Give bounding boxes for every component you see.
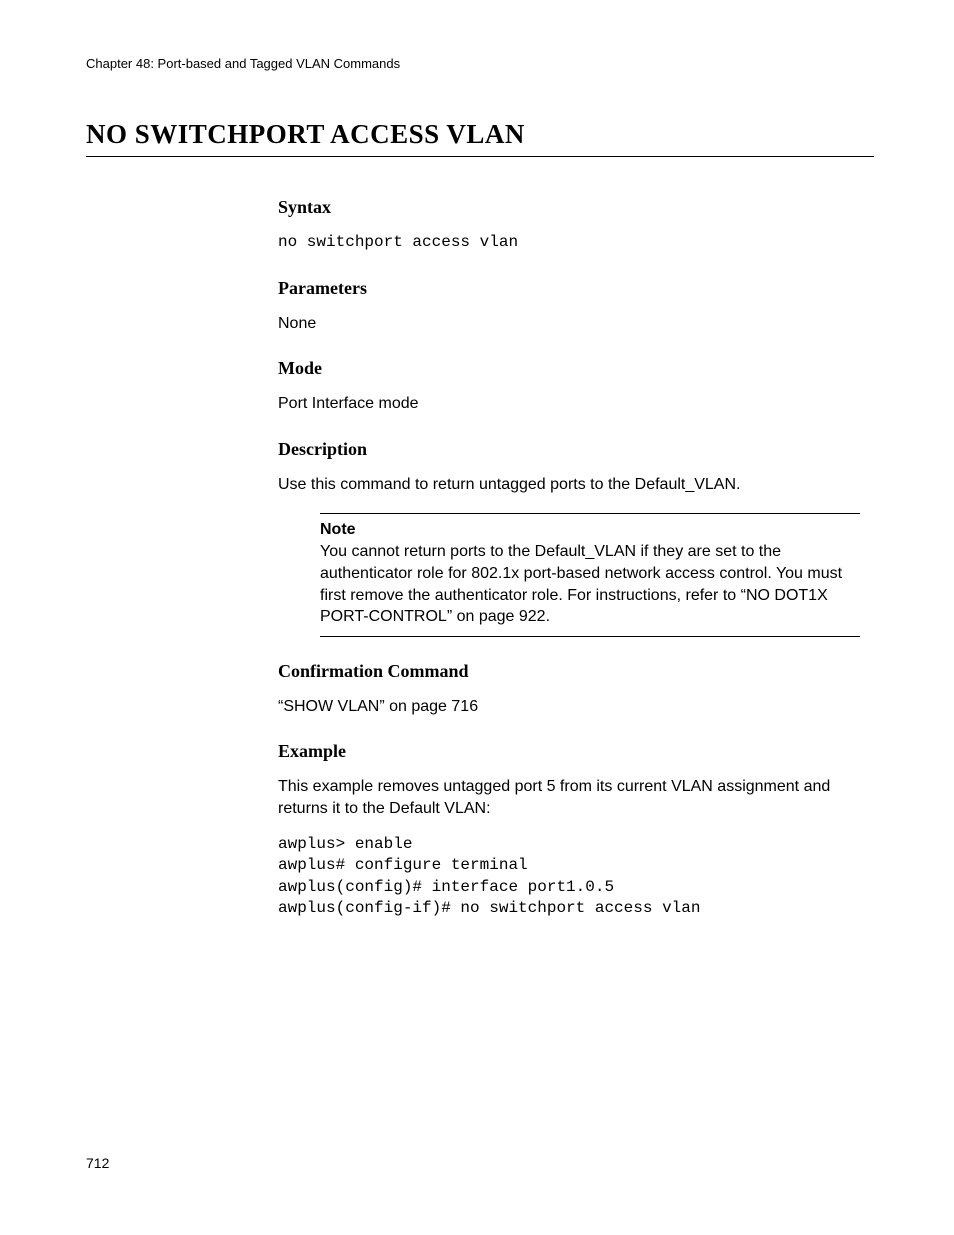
note-body: You cannot return ports to the Default_V… xyxy=(320,541,860,627)
heading-confirmation: Confirmation Command xyxy=(278,661,868,682)
example-code: awplus> enable awplus# configure termina… xyxy=(278,834,868,920)
example-text: This example removes untagged port 5 fro… xyxy=(278,776,868,819)
confirmation-text: “SHOW VLAN” on page 716 xyxy=(278,696,868,718)
page-number: 712 xyxy=(86,1155,109,1171)
heading-description: Description xyxy=(278,439,868,460)
note-block: Note You cannot return ports to the Defa… xyxy=(320,513,860,636)
heading-parameters: Parameters xyxy=(278,278,868,299)
content-body: Syntax no switchport access vlan Paramet… xyxy=(278,197,868,920)
title-rule xyxy=(86,156,874,157)
description-text: Use this command to return untagged port… xyxy=(278,474,868,496)
parameters-text: None xyxy=(278,313,868,335)
syntax-code: no switchport access vlan xyxy=(278,232,868,254)
document-page: Chapter 48: Port-based and Tagged VLAN C… xyxy=(0,0,954,920)
chapter-header: Chapter 48: Port-based and Tagged VLAN C… xyxy=(86,56,874,71)
note-label: Note xyxy=(320,521,860,539)
mode-text: Port Interface mode xyxy=(278,393,868,415)
heading-syntax: Syntax xyxy=(278,197,868,218)
heading-example: Example xyxy=(278,741,868,762)
page-title: NO SWITCHPORT ACCESS VLAN xyxy=(86,119,874,150)
heading-mode: Mode xyxy=(278,358,868,379)
